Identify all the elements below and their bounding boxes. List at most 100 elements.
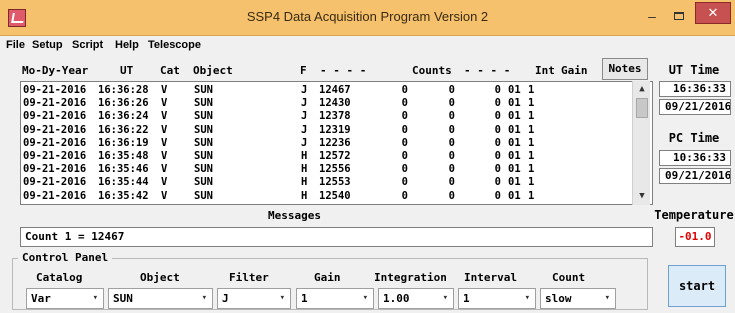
table-row[interactable]: 09-21-2016 16:36:22 V SUN J 12319 0 0 0 01 1 <box>21 124 632 137</box>
menu-file[interactable]: File <box>6 39 25 51</box>
cell-date: 09-21-2016 <box>23 136 87 149</box>
table-row[interactable]: 09-21-2016 16:35:48 V SUN H 12572 0 0 0 01 1 <box>21 150 632 163</box>
cell-int: 01 <box>508 84 521 96</box>
cell-c3: 0 <box>448 189 455 202</box>
close-button[interactable]: ✕ <box>695 2 731 24</box>
header-gain: Gain <box>561 64 588 77</box>
cell-gain: 1 <box>528 176 535 189</box>
cell-int: 01 <box>508 123 521 136</box>
cell-c3: 0 <box>448 110 455 123</box>
cell-ut: 16:36:26 <box>98 97 149 110</box>
cell-cat: V <box>161 110 168 123</box>
scroll-up-arrow-icon[interactable]: ▲ <box>633 81 651 97</box>
menu-help[interactable]: Help <box>115 39 139 51</box>
list-scrollbar[interactable]: ▲ ▼ <box>632 81 650 205</box>
filter-select[interactable]: J ▾ <box>217 288 291 309</box>
cell-ut: 16:36:19 <box>98 136 149 149</box>
cell-cat: V <box>161 176 168 189</box>
count-select[interactable]: slow ▾ <box>540 288 616 309</box>
cell-object: SUN <box>194 176 213 189</box>
minimize-button[interactable]: – <box>641 6 663 26</box>
cell-gain: 1 <box>528 110 535 123</box>
gain-select[interactable]: 1 ▾ <box>296 288 374 309</box>
start-button[interactable]: start <box>668 265 726 307</box>
integration-select-value: 1.00 <box>383 292 410 305</box>
cell-c1: 12572 <box>319 150 351 162</box>
cell-c1: 12430 <box>319 97 351 110</box>
gain-label: Gain <box>314 271 341 284</box>
cell-c2: 0 <box>401 123 408 136</box>
cell-cat: V <box>161 150 168 162</box>
cell-object: SUN <box>194 110 213 123</box>
notes-button[interactable]: Notes <box>602 58 648 80</box>
ut-time-label: UT Time <box>668 63 720 77</box>
cell-c4: 0 <box>494 110 501 123</box>
cell-date: 09-21-2016 <box>23 189 87 202</box>
cell-object: SUN <box>194 97 213 110</box>
table-row[interactable]: 09-21-2016 16:35:44 V SUN H 12553 0 0 0 01 1 <box>21 176 632 189</box>
cell-filter: J <box>301 123 308 136</box>
table-row[interactable]: 09-21-2016 16:35:46 V SUN H 12556 0 0 0 01 1 <box>21 163 632 176</box>
scroll-thumb[interactable] <box>636 98 648 118</box>
integration-select[interactable]: 1.00 ▾ <box>378 288 454 309</box>
menu-script[interactable]: Script <box>72 39 103 51</box>
chevron-down-icon: ▾ <box>279 293 285 303</box>
cell-object: SUN <box>194 150 213 162</box>
menu-bar: File Setup Script Help Telescope <box>0 37 735 54</box>
integration-label: Integration <box>374 271 447 284</box>
catalog-select-value: Var <box>31 292 51 305</box>
menu-setup[interactable]: Setup <box>32 39 63 51</box>
table-row[interactable]: 09-21-2016 16:36:28 V SUN J 12467 0 0 0 01 1 <box>21 84 632 97</box>
cell-gain: 1 <box>528 97 535 110</box>
cell-int: 01 <box>508 150 521 162</box>
cell-gain: 1 <box>528 189 535 202</box>
maximize-button[interactable] <box>668 6 690 26</box>
table-row[interactable]: 09-21-2016 16:36:19 V SUN J 12236 0 0 0 01 1 <box>21 137 632 150</box>
cell-gain: 1 <box>528 150 535 162</box>
cell-ut: 16:36:22 <box>98 123 149 136</box>
scroll-down-arrow-icon[interactable]: ▼ <box>633 188 651 204</box>
cell-c4: 0 <box>494 97 501 110</box>
cell-c1: 12540 <box>319 189 351 202</box>
cell-date: 09-21-2016 <box>23 84 87 96</box>
menu-telescope[interactable]: Telescope <box>148 39 201 51</box>
catalog-select[interactable]: Var ▾ <box>26 288 104 309</box>
cell-c3: 0 <box>448 97 455 110</box>
messages-label: Messages <box>268 209 321 222</box>
cell-ut: 16:36:24 <box>98 110 149 123</box>
object-select[interactable]: SUN ▾ <box>108 288 213 309</box>
pc-time-label: PC Time <box>668 131 720 145</box>
cell-c1: 12553 <box>319 176 351 189</box>
data-list[interactable]: 09-21-2016 16:36:28 V SUN J 12467 0 0 0 01 1 09-21-… <box>20 81 653 205</box>
interval-select[interactable]: 1 ▾ <box>458 288 536 309</box>
table-row[interactable]: 09-21-2016 16:35:42 V SUN H 12540 0 0 0 01 1 <box>21 190 632 203</box>
header-filter: F <box>300 64 307 77</box>
object-label: Object <box>140 271 180 284</box>
ut-time-value: 16:36:33 <box>659 81 731 97</box>
count-select-value: slow <box>545 292 572 305</box>
control-panel-title: Control Panel <box>18 251 113 264</box>
cell-gain: 1 <box>528 163 535 176</box>
cell-date: 09-21-2016 <box>23 163 87 176</box>
cell-c3: 0 <box>448 176 455 189</box>
cell-c1: 12319 <box>319 123 351 136</box>
count-label: Count <box>552 271 586 284</box>
cell-c2: 0 <box>401 97 408 110</box>
temperature-value: -01.0 <box>675 227 715 247</box>
cell-c3: 0 <box>448 150 455 162</box>
interval-label: Interval <box>464 271 517 284</box>
cell-date: 09-21-2016 <box>23 150 87 162</box>
chevron-down-icon: ▾ <box>92 293 98 303</box>
cell-c3: 0 <box>448 163 455 176</box>
window-title: SSP4 Data Acquisition Program Version 2 <box>246 9 489 24</box>
cell-c3: 0 <box>448 123 455 136</box>
cell-c3: 0 <box>448 136 455 149</box>
header-object: Object <box>193 64 233 77</box>
cell-ut: 16:35:46 <box>98 163 149 176</box>
table-row[interactable]: 09-21-2016 16:36:26 V SUN J 12430 0 0 0 01 1 <box>21 97 632 110</box>
cell-c4: 0 <box>494 189 501 202</box>
header-ut: UT <box>120 64 134 77</box>
table-row[interactable]: 09-21-2016 16:36:24 V SUN J 12378 0 0 0 01 1 <box>21 110 632 123</box>
cell-int: 01 <box>508 136 521 149</box>
cell-cat: V <box>161 84 168 96</box>
